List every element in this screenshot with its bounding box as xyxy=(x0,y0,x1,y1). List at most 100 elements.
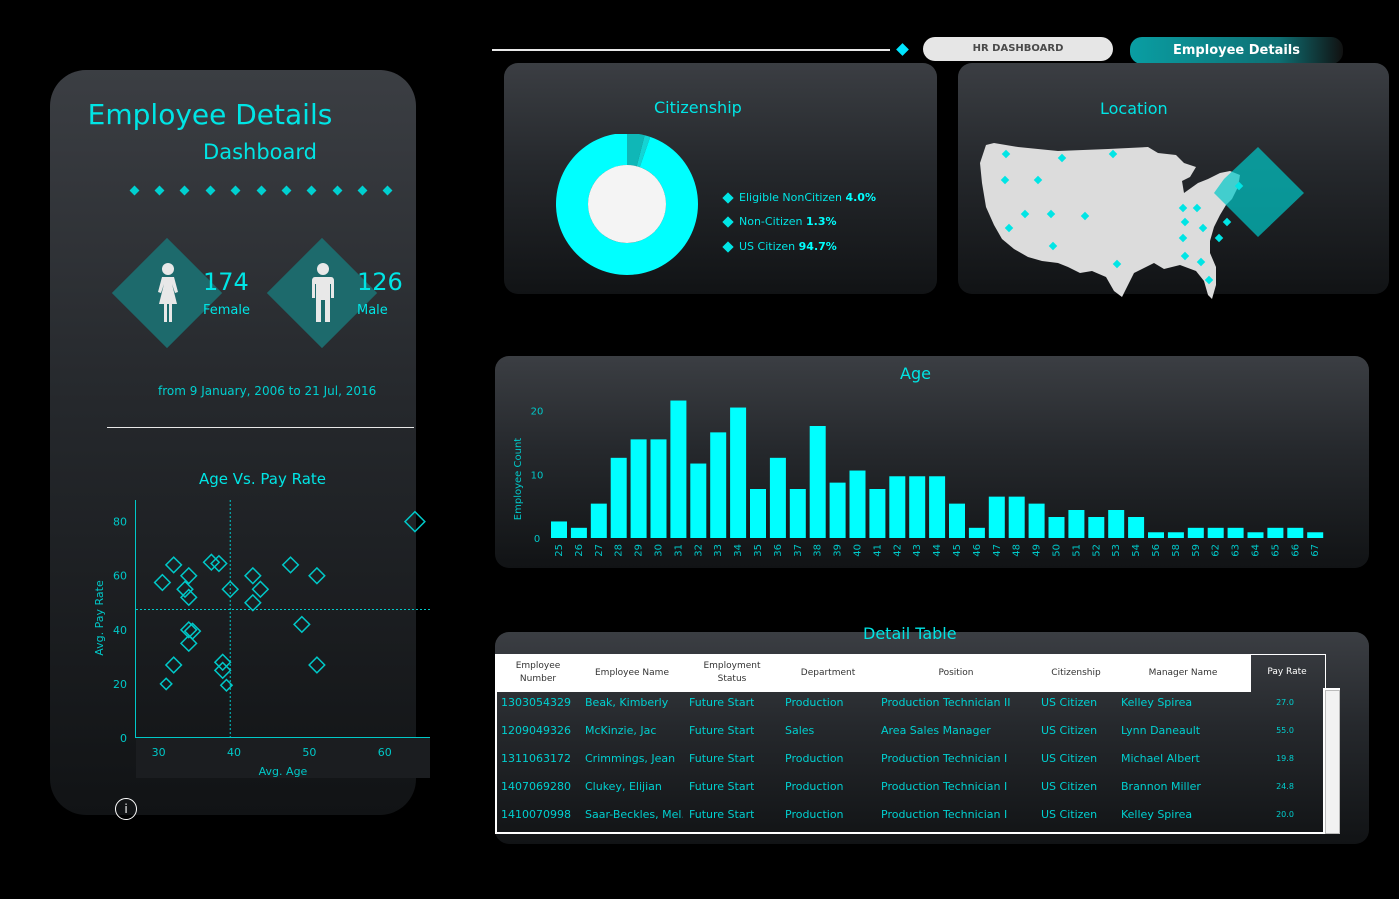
age-bar[interactable] xyxy=(968,527,985,538)
pay-rate-cell: 55.0 xyxy=(1276,726,1294,735)
age-bar[interactable] xyxy=(1008,496,1025,538)
table-cell: 1407069280 xyxy=(501,780,571,793)
age-bar[interactable] xyxy=(1148,532,1164,538)
table-cell: Area Sales Manager xyxy=(881,724,991,737)
scatter-point[interactable] xyxy=(179,566,198,585)
scatter-point[interactable] xyxy=(164,556,183,574)
y-tick-label: 0 xyxy=(120,732,127,745)
column-header[interactable]: Manager Name xyxy=(1113,656,1253,690)
column-header[interactable]: Department xyxy=(787,656,869,690)
column-header[interactable]: Citizenship xyxy=(1037,656,1115,690)
scatter-point[interactable] xyxy=(202,553,221,572)
column-header[interactable]: Employment Status xyxy=(695,656,769,690)
scatter-point[interactable] xyxy=(159,677,173,691)
age-bar[interactable] xyxy=(551,521,567,538)
table-cell: Kelley Spirea xyxy=(1121,696,1193,709)
scatter-point[interactable] xyxy=(179,588,198,607)
age-bar[interactable] xyxy=(690,463,707,538)
column-header[interactable]: Employee Name xyxy=(583,656,681,690)
age-bar[interactable] xyxy=(849,470,866,538)
age-bar[interactable] xyxy=(949,503,965,538)
x-tick-label: 65 xyxy=(1270,544,1281,557)
scatter-point[interactable] xyxy=(403,510,426,533)
x-tick-label: 50 xyxy=(302,746,316,759)
scatter-point[interactable] xyxy=(308,656,326,674)
scatter-y-label: Avg. Pay Rate xyxy=(93,580,106,656)
scatter-point[interactable] xyxy=(251,580,270,599)
x-tick-label: 41 xyxy=(872,544,883,557)
age-bar[interactable] xyxy=(1108,510,1125,538)
y-tick-label: 20 xyxy=(113,678,127,691)
x-tick-label: 43 xyxy=(912,544,923,557)
scatter-point[interactable] xyxy=(210,554,228,573)
x-tick-label: 40 xyxy=(227,746,241,759)
age-bar[interactable] xyxy=(1048,517,1065,538)
age-bar[interactable] xyxy=(829,482,846,538)
age-bar[interactable] xyxy=(1307,532,1324,538)
age-bar[interactable] xyxy=(869,489,886,538)
scatter-point[interactable] xyxy=(281,556,300,574)
age-bar[interactable] xyxy=(909,476,926,538)
scatter-point[interactable] xyxy=(176,580,194,599)
scatter-point[interactable] xyxy=(164,656,183,674)
x-tick-label: 36 xyxy=(773,544,784,557)
y-tick-label: 0 xyxy=(534,534,540,545)
age-bar[interactable] xyxy=(1068,510,1085,538)
age-bar[interactable] xyxy=(1247,532,1264,538)
age-bar[interactable] xyxy=(670,400,687,538)
age-bar[interactable] xyxy=(630,439,647,538)
legend-item: US Citizen 94.7% xyxy=(739,240,837,253)
scrollbar-thumb[interactable] xyxy=(1325,690,1340,834)
column-header[interactable]: Position xyxy=(897,656,1015,690)
age-bar[interactable] xyxy=(1287,527,1304,538)
hr-dashboard-button[interactable]: HR DASHBOARD xyxy=(923,37,1113,61)
age-bar[interactable] xyxy=(889,476,906,538)
scatter-point[interactable] xyxy=(308,566,326,585)
age-bar[interactable] xyxy=(750,489,766,538)
age-bar[interactable] xyxy=(809,426,826,538)
age-bar[interactable] xyxy=(769,457,786,538)
age-bar[interactable] xyxy=(1207,527,1224,538)
age-bar[interactable] xyxy=(610,457,627,538)
table-cell: US Citizen xyxy=(1041,808,1098,821)
scatter-point[interactable] xyxy=(244,566,262,585)
age-bar[interactable] xyxy=(988,496,1005,538)
age-bar[interactable] xyxy=(1088,517,1105,538)
table-cell: Michael Albert xyxy=(1121,752,1200,765)
info-icon[interactable]: i xyxy=(115,798,137,820)
table-cell: Future Start xyxy=(689,808,755,821)
table-cell: Crimmings, Jean xyxy=(585,752,676,765)
column-header[interactable]: Pay Rate xyxy=(1249,655,1325,689)
diamond-icon xyxy=(896,43,909,56)
age-bar[interactable] xyxy=(789,489,806,538)
scatter-point[interactable] xyxy=(293,615,311,634)
age-bar[interactable] xyxy=(1128,517,1145,538)
x-tick-label: 46 xyxy=(972,544,983,557)
age-bar[interactable] xyxy=(1187,527,1204,538)
x-tick-label: 42 xyxy=(892,544,903,557)
employee-details-button[interactable]: Employee Details xyxy=(1130,37,1343,64)
x-tick-label: 56 xyxy=(1151,544,1162,557)
age-bar[interactable] xyxy=(710,432,727,538)
scatter-point[interactable] xyxy=(244,593,262,612)
age-bar[interactable] xyxy=(929,476,946,538)
age-bar[interactable] xyxy=(650,439,667,538)
age-bar[interactable] xyxy=(730,407,747,538)
age-bar[interactable] xyxy=(1227,527,1244,538)
y-tick-label: 20 xyxy=(531,407,544,418)
age-bar[interactable] xyxy=(1028,503,1045,538)
x-tick-label: 48 xyxy=(1012,544,1023,557)
scatter-point[interactable] xyxy=(153,573,172,592)
table-cell: Production xyxy=(785,752,844,765)
age-bar[interactable] xyxy=(1167,532,1184,538)
table-cell: Future Start xyxy=(689,696,755,709)
age-bar[interactable] xyxy=(1267,527,1284,538)
citizenship-title: Citizenship xyxy=(654,98,742,117)
column-header[interactable]: Employee Number xyxy=(497,656,579,690)
header-divider xyxy=(492,49,890,51)
table-cell: US Citizen xyxy=(1041,696,1098,709)
age-bar[interactable] xyxy=(570,527,587,538)
table-cell: Lynn Daneault xyxy=(1121,724,1201,737)
pay-rate-header[interactable]: Pay Rate xyxy=(1248,654,1326,689)
age-bar[interactable] xyxy=(590,503,607,538)
